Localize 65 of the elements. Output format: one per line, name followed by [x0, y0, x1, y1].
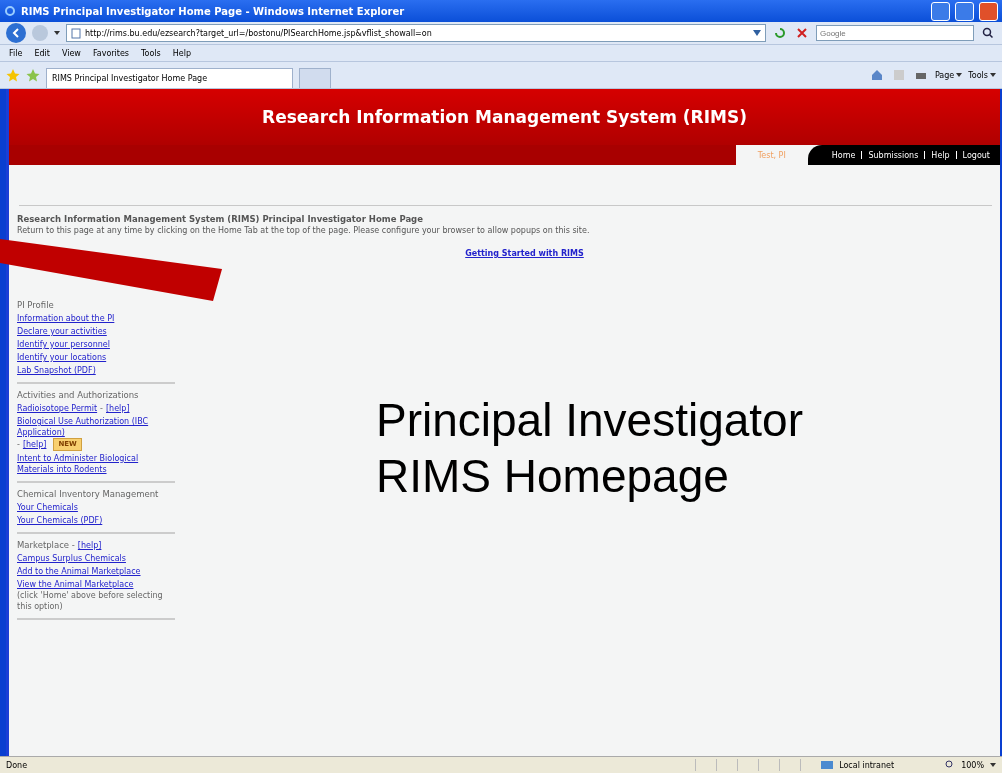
globe-icon [821, 760, 834, 770]
sidebar-link[interactable]: Your Chemicals (PDF) [17, 515, 103, 526]
page-icon [71, 27, 81, 39]
section-heading: Chemical Inventory Management [17, 489, 159, 500]
section-heading: Activities and Authorizations [17, 390, 139, 401]
url-text: http://rims.bu.edu/ezsearch?target_url=/bostonu/PISearchHome.jsp&vflist_showall=on [85, 28, 433, 38]
sidebar-link[interactable]: Declare your activities [17, 326, 107, 337]
sidebar-link[interactable]: View the Animal Marketplace [17, 579, 134, 590]
caret-icon[interactable] [990, 73, 996, 77]
window-title: RIMS Principal Investigator Home Page - Windows Internet Explorer [21, 5, 406, 17]
caret-icon[interactable] [54, 31, 60, 35]
zone-text: Local intranet [839, 760, 896, 770]
sidebar-link[interactable]: Campus Surplus Chemicals [17, 553, 126, 564]
caret-icon[interactable] [990, 763, 996, 767]
refresh-button[interactable] [772, 25, 788, 41]
site-header: Research Information Management System (RIMS) [9, 89, 1000, 145]
intro-text: Return to this page at any time by clicking on the Home Tab at the top of the page. Please configure your browser to allow popups on this site. [16, 226, 591, 235]
browser-tab[interactable]: RIMS Principal Investigator Home Page [46, 68, 293, 88]
zoom-icon [945, 760, 956, 770]
command-button[interactable]: Tools [968, 70, 996, 80]
sidebar-link[interactable]: [help] [77, 540, 102, 551]
sidebar-link[interactable]: Your Chemicals [17, 502, 78, 513]
nav-link[interactable]: Home [825, 150, 862, 160]
sidebar-link[interactable]: Identify your personnel [17, 339, 110, 350]
note-text: - [17, 439, 20, 450]
getting-started-link[interactable]: Getting Started with RIMS [465, 249, 584, 258]
sidebar-link[interactable]: Radioisotope Permit [17, 403, 98, 414]
sidebar-link[interactable]: Information about the PI [17, 313, 115, 324]
caret-icon[interactable] [753, 30, 761, 36]
nav-link[interactable]: Submissions [862, 150, 925, 160]
section-heading: Marketplace - [17, 540, 75, 551]
sidebar-link[interactable]: Identify your locations [17, 352, 107, 363]
note-text: - [100, 403, 103, 414]
page-heading: Research Information Management System (RIMS) Principal Investigator Home Page [16, 214, 424, 224]
sidebar-link[interactable]: [help] [106, 403, 130, 414]
menu-item[interactable]: Favorites [89, 48, 132, 58]
user-name: Test, PI [756, 150, 787, 160]
sidebar-link[interactable]: Intent to Administer Biological Materials into Rodents [17, 453, 175, 475]
search-button[interactable] [980, 25, 996, 41]
note-text: (click 'Home' above before selecting this option) [17, 590, 164, 612]
search-field[interactable]: Google [816, 25, 974, 41]
sidebar-link[interactable]: Biological Use Authorization (IBC Application) [17, 416, 175, 438]
back-button[interactable] [6, 23, 26, 43]
nav-link[interactable]: Help [925, 150, 956, 160]
minimize-button[interactable] [931, 1, 950, 21]
sidebar-link[interactable]: Lab Snapshot (PDF) [17, 365, 96, 376]
close-button[interactable] [979, 1, 998, 21]
section-heading: PI Profile [17, 300, 54, 311]
star-icon[interactable] [6, 68, 20, 82]
command-button[interactable]: Page [934, 70, 963, 80]
menu-item[interactable]: Help [169, 48, 194, 58]
menu-item[interactable]: File [6, 48, 26, 58]
zoom-level[interactable]: 100% [961, 760, 984, 770]
menu-item[interactable]: Tools [138, 48, 164, 58]
nav-link[interactable]: Logout [956, 150, 996, 160]
address-field[interactable]: http://rims.bu.edu/ezsearch?target_url=/bostonu/PISearchHome.jsp&vflist_showall=on [66, 24, 766, 42]
menu-item[interactable]: Edit [31, 48, 53, 58]
sidebar-link[interactable]: [help] [22, 439, 47, 450]
menu-item[interactable]: View [58, 48, 84, 58]
caret-icon[interactable] [956, 73, 963, 77]
sidebar-link[interactable]: Add to the Animal Marketplace [17, 566, 141, 577]
maximize-button[interactable] [955, 1, 974, 21]
browser-logo-icon [4, 5, 16, 17]
status-text: Done [6, 760, 28, 770]
overlay-caption: Principal Investigator RIMS Homepage [376, 393, 804, 504]
